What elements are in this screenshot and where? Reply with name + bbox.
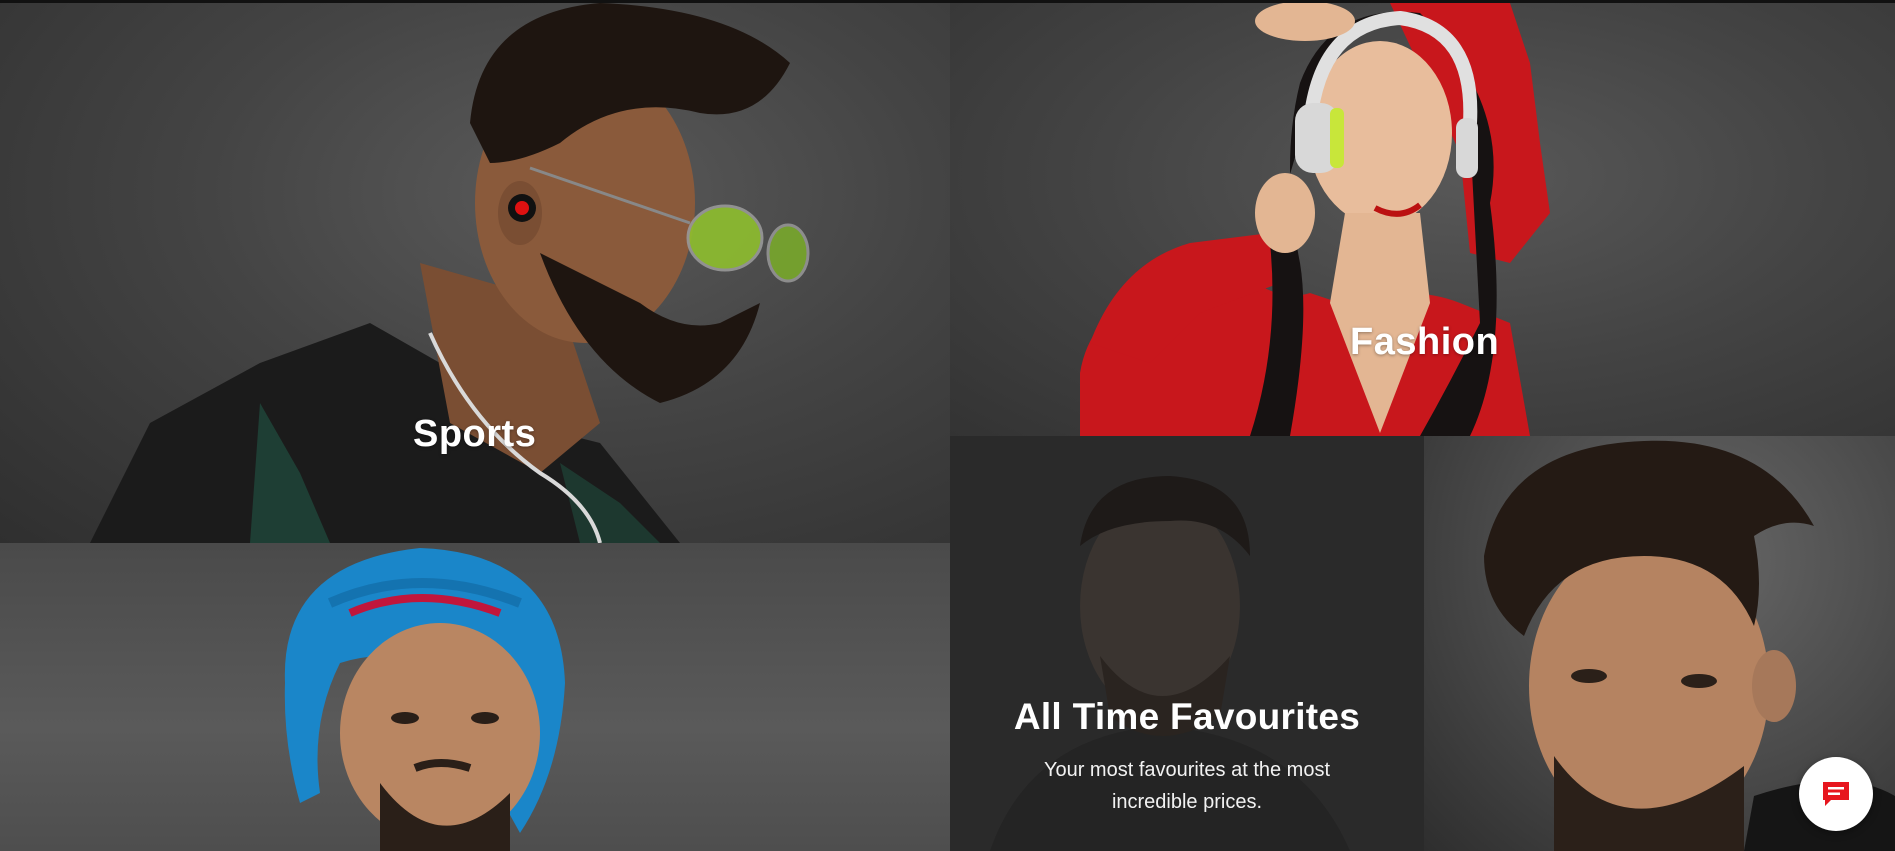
favourites-subtitle: Your most favourites at the most incredi… [1043, 759, 1331, 813]
chat-button[interactable] [1799, 757, 1873, 831]
tile-sports-label: Sports [413, 413, 537, 455]
top-divider [0, 0, 1895, 3]
music-model-image [284, 548, 565, 851]
tile-fashion-label: Fashion [1350, 321, 1500, 363]
chat-icon [1823, 782, 1849, 806]
tile-all-time-favourites[interactable]: All Time Favourites Your most favourites… [950, 436, 1424, 851]
fashion-model-image [1080, 3, 1550, 436]
tile-sports[interactable]: Sports [0, 3, 950, 543]
category-grid: Sports Fashion All Time Favourites Your … [0, 0, 1895, 851]
tile-fashion[interactable]: Fashion [950, 3, 1895, 436]
sports-model-image [90, 3, 810, 543]
favourites-title: All Time Favourites [1013, 696, 1361, 737]
tile-music[interactable] [0, 543, 950, 851]
favourites-text-block: All Time Favourites Your most favourites… [950, 696, 1424, 818]
